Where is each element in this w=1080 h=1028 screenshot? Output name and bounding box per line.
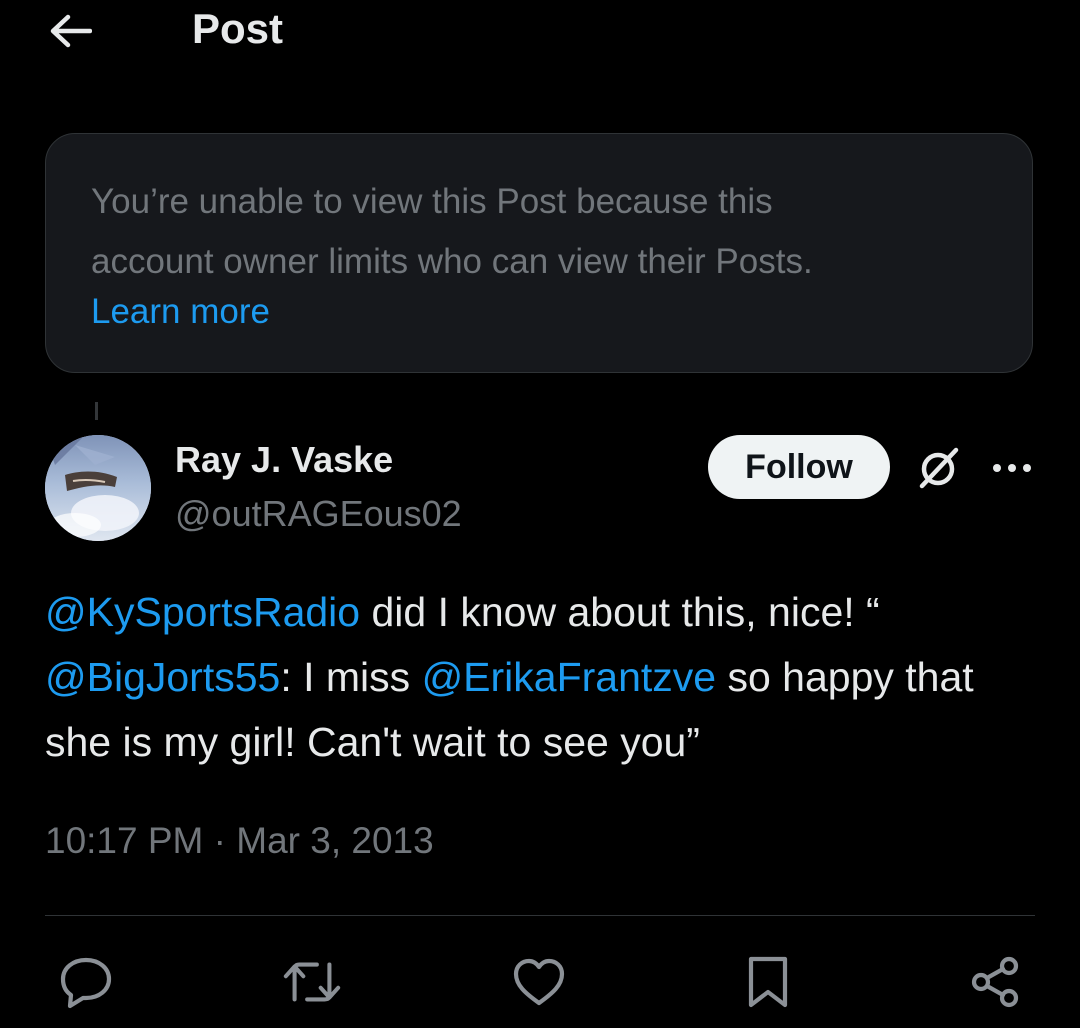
post-text-segment: did I know about this, nice! “ [360, 589, 880, 635]
notice-message: You’re unable to view this Post because … [91, 172, 991, 292]
bookmark-button[interactable] [738, 952, 798, 1012]
post-text-segment: : I miss [280, 654, 422, 700]
repost-icon [283, 962, 341, 1002]
more-options-icon [993, 464, 1031, 472]
more-options-button[interactable] [988, 444, 1036, 492]
timestamp-separator: · [213, 820, 226, 861]
thread-connector-line [95, 402, 98, 420]
mention-link[interactable]: @KySportsRadio [45, 589, 360, 635]
post-body: @KySportsRadio did I know about this, ni… [45, 580, 1045, 775]
reply-button[interactable] [56, 952, 116, 1012]
post-time[interactable]: 10:17 PM [45, 820, 203, 861]
page-title: Post [192, 5, 284, 52]
like-icon [513, 958, 565, 1006]
like-button[interactable] [509, 952, 569, 1012]
bookmark-icon [748, 956, 788, 1008]
repost-button[interactable] [282, 952, 342, 1012]
arrow-left-icon [50, 14, 92, 48]
back-button[interactable] [44, 8, 96, 54]
avatar-photo [45, 435, 151, 541]
mention-link[interactable]: @BigJorts55 [45, 654, 280, 700]
author-display-name[interactable]: Ray J. Vaske [175, 438, 393, 482]
avatar[interactable] [45, 435, 151, 541]
restricted-post-notice: You’re unable to view this Post because … [45, 133, 1033, 373]
reply-icon [60, 957, 112, 1009]
divider [45, 915, 1035, 916]
author-handle[interactable]: @outRAGEous02 [175, 492, 462, 536]
top-bar: Post [0, 0, 1080, 62]
notice-message-line: account owner limits who can view their … [91, 242, 813, 281]
follow-button[interactable]: Follow [708, 435, 890, 499]
learn-more-link[interactable]: Learn more [91, 284, 270, 340]
post-timestamp: 10:17 PM · Mar 3, 2013 [45, 816, 434, 866]
grok-button[interactable] [910, 440, 966, 496]
grok-icon [919, 447, 959, 489]
share-button[interactable] [965, 952, 1025, 1012]
post-date[interactable]: Mar 3, 2013 [236, 820, 433, 861]
share-icon [971, 956, 1019, 1008]
notice-message-line: You’re unable to view this Post because … [91, 182, 773, 221]
mention-link[interactable]: @ErikaFrantzve [422, 654, 717, 700]
